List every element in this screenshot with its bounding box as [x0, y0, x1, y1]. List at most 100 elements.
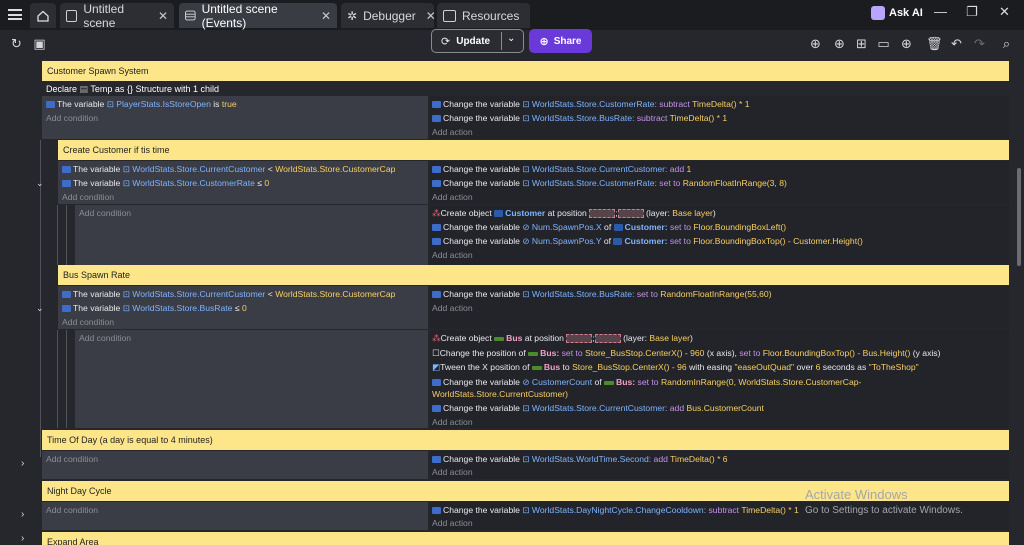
declare-variable[interactable]: Declare ▤ Temp as {} Structure with 1 ch…: [46, 84, 219, 95]
add-icon[interactable]: ⊕: [899, 36, 914, 51]
expand-icon[interactable]: ›: [21, 509, 24, 520]
expand-icon[interactable]: ›: [21, 533, 24, 544]
add-condition-link[interactable]: Add condition: [46, 453, 98, 465]
action-row[interactable]: Change the variable ⊡ WorldStats.Store.C…: [432, 177, 787, 189]
action-row[interactable]: Change the variable ⊡ WorldStats.Store.C…: [432, 163, 691, 175]
comment-expand-area[interactable]: Expand Area: [42, 532, 1009, 545]
add-action-link[interactable]: Add action: [432, 302, 473, 314]
comment-icon[interactable]: ▭: [876, 36, 891, 51]
minimize-icon[interactable]: —: [934, 4, 947, 19]
actions-block[interactable]: Change the variable ⊡ WorldStats.Store.C…: [430, 161, 1009, 204]
add-action-link[interactable]: Add action: [432, 466, 473, 478]
close-window-icon[interactable]: ✕: [999, 4, 1010, 20]
actions-block[interactable]: ⁂Create object Customer at position ; (l…: [430, 205, 1009, 265]
action-row[interactable]: ☐Change the position of Bus: set to Stor…: [432, 347, 940, 359]
action-row[interactable]: Change the variable ⊡ WorldStats.Store.B…: [432, 112, 727, 124]
add-condition-link[interactable]: Add condition: [62, 191, 114, 203]
cond-val: 0: [241, 303, 247, 313]
add-action-link[interactable]: Add action: [432, 517, 473, 529]
tab-scene[interactable]: Untitled scene ✕: [60, 2, 174, 30]
add-condition-link[interactable]: Add condition: [46, 112, 98, 124]
conditions-block[interactable]: The variable ⊡ WorldStats.Store.CurrentC…: [58, 286, 428, 329]
search-icon[interactable]: ⌕: [999, 36, 1014, 51]
collapse-icon[interactable]: ⌄: [36, 303, 44, 314]
tab-resources[interactable]: Resources: [437, 3, 530, 28]
condition-row[interactable]: The variable ⊡ WorldStats.Store.CurrentC…: [62, 288, 395, 300]
action-row[interactable]: Change the variable ⊘ Num.SpawnPos.Y of …: [432, 235, 863, 247]
conditions-block[interactable]: The variable ⊡ WorldStats.Store.CurrentC…: [58, 161, 428, 204]
history-icon[interactable]: ↻: [9, 36, 24, 51]
restore-icon[interactable]: ❐: [966, 4, 978, 20]
close-icon[interactable]: ✕: [321, 9, 331, 23]
add-action-link[interactable]: Add action: [432, 126, 473, 138]
actions-block[interactable]: Change the variable ⊡ WorldStats.Store.C…: [430, 96, 1009, 139]
cond-prefix: The variable: [73, 178, 121, 188]
comment-customer-spawn[interactable]: Customer Spawn System: [42, 61, 1009, 81]
conditions-block[interactable]: Add condition: [75, 205, 428, 265]
conditions-block[interactable]: The variable ⊡ PlayerStats.IsStoreOpen i…: [42, 96, 428, 139]
object-name: Customer:: [624, 236, 668, 246]
home-tab[interactable]: [30, 3, 56, 28]
act-end: (y axis): [912, 348, 941, 358]
chevron-down-icon[interactable]: ⌄: [507, 33, 515, 44]
condition-row[interactable]: The variable ⊡ WorldStats.Store.CurrentC…: [62, 163, 395, 175]
comment-time-of-day[interactable]: Time Of Day (a day is equal to 4 minutes…: [42, 430, 1009, 450]
add-event-icon[interactable]: ⊕: [808, 36, 823, 51]
conditions-block[interactable]: Add condition: [42, 451, 428, 479]
empty-param-y[interactable]: [594, 334, 621, 344]
empty-param-x[interactable]: [566, 334, 593, 344]
tab-events[interactable]: Untitled scene (Events) ✕: [179, 2, 337, 30]
action-row[interactable]: Change the variable ⊡ WorldStats.Store.C…: [432, 98, 750, 110]
conditions-block[interactable]: Add condition: [75, 330, 428, 428]
undo-icon[interactable]: ↶: [949, 36, 964, 51]
close-icon[interactable]: ✕: [426, 9, 436, 23]
condition-row[interactable]: The variable ⊡ PlayerStats.IsStoreOpen i…: [46, 98, 237, 110]
actions-block[interactable]: Change the variable ⊡ WorldStats.Store.B…: [430, 286, 1009, 329]
action-row[interactable]: Change the variable ⊡ WorldStats.DayNigh…: [432, 504, 799, 516]
action-row[interactable]: Change the variable ⊡ WorldStats.WorldTi…: [432, 453, 728, 465]
empty-param-y[interactable]: [617, 209, 644, 219]
cond-prefix: The variable: [73, 303, 121, 313]
redo-icon[interactable]: ↷: [972, 36, 987, 51]
menu-icon[interactable]: [8, 9, 22, 20]
conditions-block[interactable]: Add condition: [42, 502, 428, 530]
actions-block[interactable]: ⁂Create object Bus at position ; (layer:…: [430, 330, 1009, 428]
add-action-link[interactable]: Add action: [432, 191, 473, 203]
variable-icon: [432, 379, 441, 387]
action-row[interactable]: Change the variable ⊘ CustomerCount of B…: [432, 376, 861, 388]
add-condition-link[interactable]: Add condition: [46, 504, 98, 516]
add-condition-link[interactable]: Add condition: [62, 316, 114, 328]
action-row[interactable]: ◩Tween the X position of Bus to Store_Bu…: [432, 361, 919, 373]
add-group-icon[interactable]: ⊞: [854, 36, 869, 51]
act-end: ): [690, 333, 693, 343]
tab-debugger[interactable]: ✲ Debugger ✕: [341, 3, 436, 28]
add-subevent-icon[interactable]: ⊕: [832, 36, 847, 51]
save-icon[interactable]: ▣: [32, 36, 47, 51]
add-condition-link[interactable]: Add condition: [79, 207, 131, 219]
expand-icon[interactable]: ›: [21, 458, 24, 469]
variable-icon: [432, 405, 441, 413]
action-row[interactable]: Change the variable ⊡ WorldStats.Store.C…: [432, 402, 764, 414]
close-icon[interactable]: ✕: [158, 9, 168, 23]
update-button[interactable]: ⟳ Update ⌄: [431, 29, 524, 53]
add-action-link[interactable]: Add action: [432, 416, 473, 428]
actions-block[interactable]: Change the variable ⊡ WorldStats.WorldTi…: [430, 451, 1009, 479]
action-row[interactable]: ⁂Create object Bus at position ; (layer:…: [432, 332, 693, 344]
delete-icon[interactable]: 🗑: [926, 36, 943, 51]
condition-row[interactable]: The variable ⊡ WorldStats.Store.BusRate …: [62, 302, 247, 314]
share-button[interactable]: ⊕ Share: [529, 29, 592, 53]
action-row[interactable]: Change the variable ⊘ Num.SpawnPos.X of …: [432, 221, 786, 233]
scrollbar[interactable]: [1017, 168, 1021, 266]
action-row[interactable]: Change the variable ⊡ WorldStats.Store.B…: [432, 288, 772, 300]
add-action-link[interactable]: Add action: [432, 249, 473, 261]
empty-param-x[interactable]: [589, 209, 616, 219]
action-row[interactable]: ⁂Create object Customer at position ; (l…: [432, 207, 716, 219]
add-condition-link[interactable]: Add condition: [79, 332, 131, 344]
collapse-icon[interactable]: ⌄: [36, 178, 44, 189]
comment-create-customer[interactable]: Create Customer if tis time: [58, 140, 1009, 160]
ask-ai-button[interactable]: Ask AI: [871, 6, 923, 20]
declare-as: as: [114, 84, 125, 94]
condition-row[interactable]: The variable ⊡ WorldStats.Store.Customer…: [62, 177, 269, 189]
comment-bus-spawn[interactable]: Bus Spawn Rate: [58, 265, 1009, 285]
act-prefix: Change the variable: [443, 454, 520, 464]
